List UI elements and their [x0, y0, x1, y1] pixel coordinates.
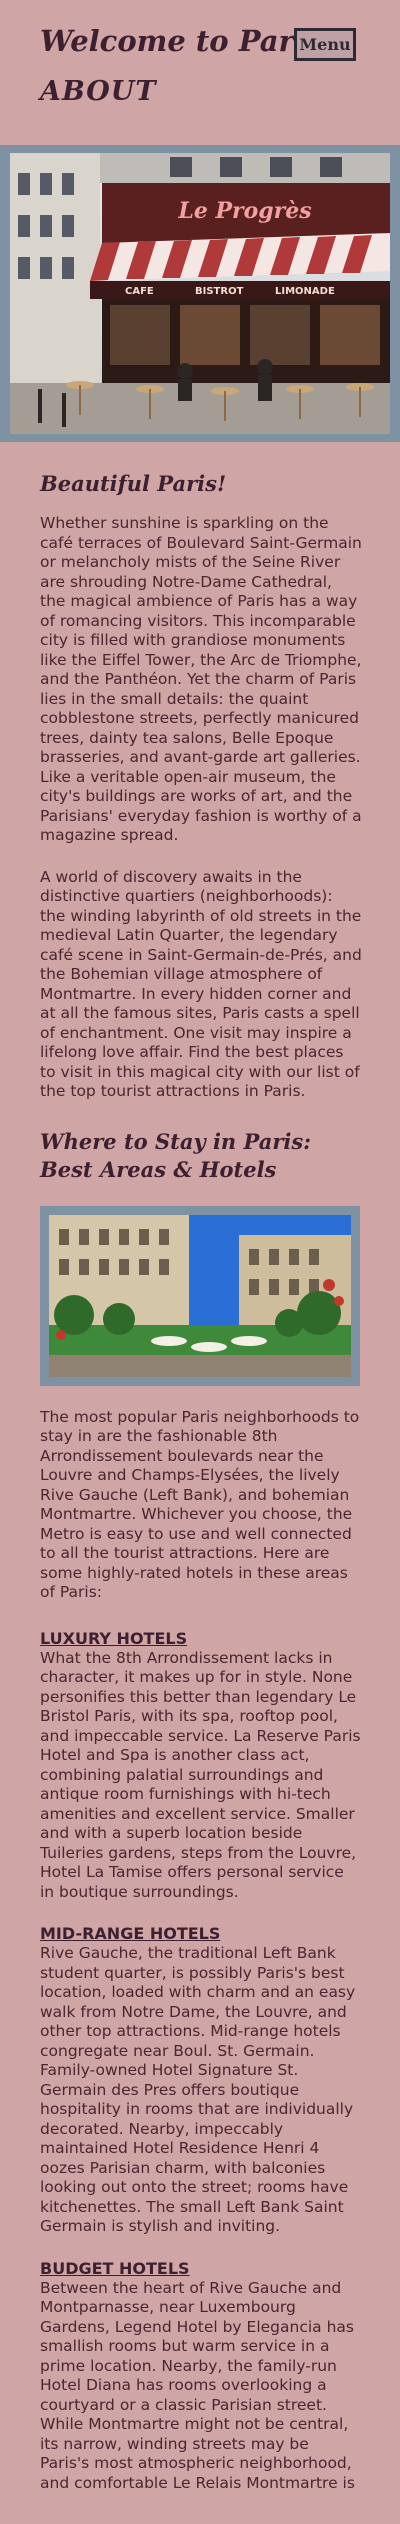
awning-text-cafe: CAFE — [125, 286, 154, 297]
stay-heading: Where to Stay in Paris: Best Areas & Hot… — [40, 1128, 311, 1182]
cafe-sign-text: Le Progrès — [177, 198, 311, 224]
page-header: Welcome to Paris! Menu ABOUT — [0, 0, 400, 140]
category-title-mid-range: MID-RANGE HOTELS — [40, 1924, 221, 1943]
intro-paragraph: A world of discovery awaits in the disti… — [40, 867, 362, 1101]
category-title-luxury: LUXURY HOTELS — [40, 1628, 188, 1648]
hotel-courtyard-image — [40, 1205, 360, 1386]
category-title-budget: BUDGET HOTELS — [40, 2258, 190, 2278]
hotel-illustration — [49, 1214, 351, 1377]
main-content: Beautiful Paris! Whether sunshine is spa… — [40, 470, 362, 2515]
cafe-illustration: Le Progrès CAFE BISTROT LIMONADE — [10, 153, 390, 434]
awning-text-bistrot: BISTROT — [195, 286, 244, 297]
intro-paragraph: Whether sunshine is sparkling on the caf… — [40, 514, 362, 844]
site-title: Welcome to Paris! — [40, 24, 334, 58]
intro-heading: Beautiful Paris! — [40, 471, 227, 496]
awning-text-limonade: LIMONADE — [275, 286, 335, 297]
section-heading: ABOUT — [40, 76, 157, 107]
stay-intro: The most popular Paris neighborhoods to … — [40, 1407, 360, 1602]
category-text-luxury: What the 8th Arrondissement lacks in cha… — [40, 1648, 361, 1901]
category-text-budget: Between the heart of Rive Gauche and Mon… — [40, 2278, 355, 2492]
category-text-mid-range: Rive Gauche, the traditional Left Bank s… — [40, 1944, 356, 2235]
menu-button[interactable]: Menu — [294, 28, 356, 61]
hero-image-cafe: Le Progrès CAFE BISTROT LIMONADE — [0, 145, 400, 442]
